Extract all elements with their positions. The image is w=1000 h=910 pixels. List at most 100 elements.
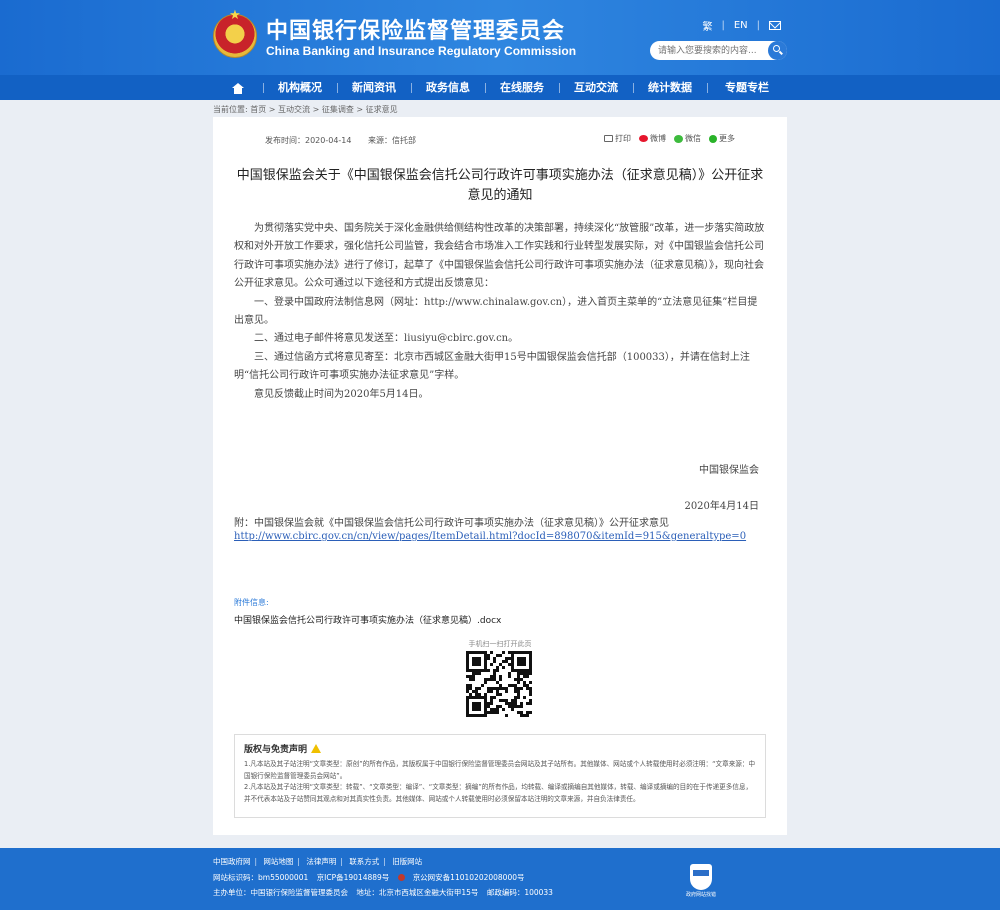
footer-link-contact[interactable]: 联系方式	[349, 857, 379, 866]
attachment-file-link[interactable]: 中国银保监会信托公司行政许可事项实施办法（征求意见稿）.docx	[234, 613, 501, 626]
search-icon-handle	[779, 50, 783, 55]
qr-module	[478, 672, 481, 675]
footer-link-old-site[interactable]: 旧版网站	[392, 857, 422, 866]
site-header: ★ 中国银行保险监督管理委员会 China Banking and Insura…	[0, 0, 1000, 75]
breadcrumb-label: 当前位置:	[213, 105, 248, 114]
qr-module	[511, 708, 514, 711]
print-button[interactable]: 打印	[604, 133, 631, 144]
nav-item-news[interactable]: 新闻资讯	[337, 75, 411, 100]
qr-module	[478, 687, 481, 690]
copyright-notice: 版权与免责声明 1.凡本站及其子站注明“文章类型：原创”的所有作品，其版权属于中…	[234, 734, 766, 818]
appendix-text: 附：中国银保监会就《中国银保监会信托公司行政许可事项实施办法（征求意见稿）》公开…	[234, 518, 669, 529]
breadcrumb: 当前位置: 首页 > 互动交流 > 征集调查 > 征求意见	[213, 104, 398, 115]
site-code: 网站标识码：bm55000001	[213, 873, 309, 882]
qr-module	[487, 669, 490, 672]
qr-module	[508, 675, 511, 678]
article-meta: 发布时间：2020-04-14 来源：信托部	[265, 135, 416, 146]
qr-module	[490, 651, 493, 654]
qr-module	[481, 684, 484, 687]
wechat-icon	[674, 134, 683, 143]
wechat-label: 微信	[685, 134, 701, 143]
qr-module	[505, 690, 508, 693]
qr-module	[523, 696, 526, 699]
icp-number[interactable]: 京ICP备19014889号	[317, 873, 390, 882]
nav-item-special-topics[interactable]: 专题专栏	[707, 75, 787, 100]
article-body: 为贯彻落实党中央、国务院关于深化金融供给侧结构性改革的决策部署，持续深化“放管服…	[234, 220, 766, 404]
qr-module	[520, 687, 523, 690]
english-link[interactable]: EN	[734, 20, 748, 31]
breadcrumb-home[interactable]: 首页	[250, 105, 266, 114]
footer-links: 中国政府网 | 网站地图 | 法律声明 | 联系方式 | 旧版网站	[213, 856, 422, 867]
search-input[interactable]	[650, 41, 787, 60]
article-source: 来源：信托部	[368, 136, 417, 145]
footer-registration: 网站标识码：bm55000001 京ICP备19014889号 京公网安备110…	[213, 872, 525, 883]
more-share-button[interactable]: 更多	[709, 133, 735, 144]
top-links: 繁 | EN |	[702, 18, 781, 33]
footer-link-legal[interactable]: 法律声明	[306, 857, 336, 866]
divider: |	[383, 857, 386, 866]
host-unit: 主办单位：中国银行保险监督管理委员会	[213, 888, 348, 897]
police-record-text: 京公网安备11010202008000号	[412, 873, 525, 882]
footer-link-gov[interactable]: 中国政府网	[213, 857, 251, 866]
qr-module	[499, 693, 502, 696]
qr-module	[529, 702, 532, 705]
weibo-share-button[interactable]: 微博	[639, 133, 666, 144]
article-paragraph: 二、通过电子邮件将意见发送至：liusiyu@cbirc.gov.cn。	[254, 333, 519, 345]
nav-item-interaction[interactable]: 互动交流	[559, 75, 633, 100]
nav-item-government-info[interactable]: 政务信息	[411, 75, 485, 100]
article-paragraph: 一、登录中国政府法制信息网（网址：http://www.chinalaw.gov…	[234, 296, 758, 327]
qr-module	[499, 678, 502, 681]
appendix-link[interactable]: http://www.cbirc.gov.cn/cn/view/pages/It…	[234, 531, 746, 542]
mail-icon[interactable]	[769, 21, 781, 30]
divider: |	[340, 857, 343, 866]
print-icon	[604, 135, 613, 142]
divider: |	[297, 857, 300, 866]
qr-module	[526, 675, 529, 678]
breadcrumb-current[interactable]: 征求意见	[366, 105, 398, 114]
qr-module	[517, 681, 520, 684]
police-record[interactable]: 京公网安备11010202008000号	[397, 873, 525, 882]
breadcrumb-survey[interactable]: 征集调查	[322, 105, 354, 114]
qr-module	[490, 663, 493, 666]
breadcrumb-separator: >	[268, 105, 276, 114]
qr-module	[529, 711, 532, 714]
article-card: 发布时间：2020-04-14 来源：信托部 打印 微博 微信 更多 中国银保监…	[213, 117, 787, 835]
divider: |	[254, 857, 258, 866]
traditional-chinese-link[interactable]: 繁	[702, 18, 712, 33]
site-footer: 中国政府网 | 网站地图 | 法律声明 | 联系方式 | 旧版网站 网站标识码：bm55…	[0, 848, 1000, 910]
postcode: 邮政编码：100033	[486, 888, 553, 897]
nav-item-online-service[interactable]: 在线服务	[485, 75, 559, 100]
qr-module	[496, 669, 499, 672]
site-title-en[interactable]: China Banking and Insurance Regulatory C…	[266, 44, 576, 58]
notice-title: 版权与免责声明	[244, 742, 322, 755]
qr-module	[493, 696, 496, 699]
police-badge-icon	[397, 874, 405, 881]
article-paragraph: 三、通过信函方式将意见寄至：北京市西城区金融大街甲15号中国银保监会信托部（10…	[234, 351, 750, 382]
breadcrumb-interaction[interactable]: 互动交流	[278, 105, 310, 114]
article-title: 中国银保监会关于《中国银保监会信托公司行政许可事项实施办法（征求意见稿）》公开征…	[236, 168, 764, 203]
nav-item-about[interactable]: 机构概况	[263, 75, 337, 100]
report-error-badge-icon[interactable]	[690, 864, 712, 890]
nav-home[interactable]	[213, 75, 263, 100]
signature-date: 2020年4月14日	[684, 501, 759, 512]
qr-module	[526, 714, 529, 717]
qr-module	[499, 654, 502, 657]
qr-module	[490, 690, 493, 693]
site-title-cn[interactable]: 中国银行保险监督管理委员会	[266, 13, 565, 45]
search-button[interactable]	[768, 41, 787, 60]
breadcrumb-separator: >	[356, 105, 364, 114]
footer-contact: 主办单位：中国银行保险监督管理委员会 地址：北京市西城区金融大街甲15号 邮政编…	[213, 887, 553, 898]
footer-link-sitemap[interactable]: 网站地图	[263, 857, 293, 866]
qr-module	[529, 672, 532, 675]
notice-body: 1.凡本站及其子站注明“文章类型：原创”的所有作品，其版权属于中国银行保险监督管…	[244, 759, 758, 805]
main-nav: 机构概况 新闻资讯 政务信息 在线服务 互动交流 统计数据 专题专栏	[0, 75, 1000, 100]
wechat-share-button[interactable]: 微信	[674, 133, 701, 144]
qr-code	[466, 651, 532, 717]
print-label: 打印	[615, 134, 631, 143]
divider: |	[721, 20, 725, 31]
nav-item-statistics[interactable]: 统计数据	[633, 75, 707, 100]
qr-module	[490, 702, 493, 705]
report-error-label[interactable]: 政府网站找错	[684, 891, 718, 898]
article-paragraph: 为贯彻落实党中央、国务院关于深化金融供给侧结构性改革的决策部署，持续深化“放管服…	[234, 223, 765, 290]
weibo-icon	[639, 135, 648, 142]
